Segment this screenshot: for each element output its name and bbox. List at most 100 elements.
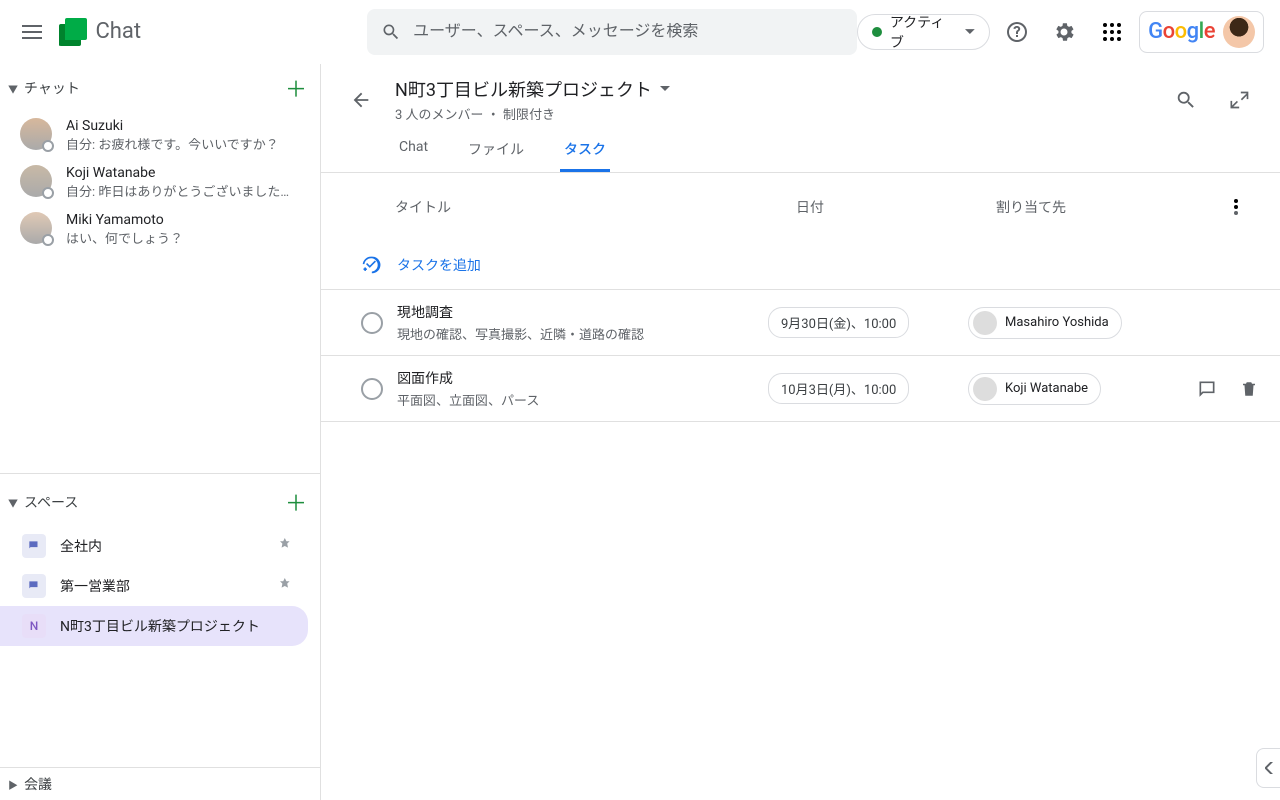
hamburger-icon	[22, 25, 42, 39]
search-icon	[1175, 89, 1197, 111]
meetings-section-header[interactable]: ▶ 会議	[0, 767, 320, 800]
chevron-down-icon: ▼	[8, 81, 18, 96]
chat-preview: 自分: 昨日はありがとうございました…	[66, 181, 289, 200]
task-description: 現地の確認、写真撮影、近隣・道路の確認	[397, 324, 768, 343]
main-content: N町3丁目ビル新築プロジェクト 3 人のメンバー ・ 制限付き Chat ファイル…	[320, 64, 1280, 800]
tab[interactable]: Chat	[395, 131, 432, 172]
side-panel-toggle[interactable]	[1256, 748, 1280, 788]
task-comment-button[interactable]	[1188, 369, 1226, 409]
chats-section-header[interactable]: ▼ チャット ＋	[0, 64, 320, 112]
chat-preview: はい、何でしょう？	[66, 228, 183, 247]
search-icon	[381, 22, 401, 42]
apps-grid-icon	[1103, 23, 1121, 41]
task-columns-header: タイトル 日付 割り当て先	[321, 173, 1280, 241]
task-assignee-chip[interactable]: Koji Watanabe	[968, 373, 1101, 405]
settings-button[interactable]	[1045, 12, 1084, 52]
status-indicator-icon	[42, 234, 54, 246]
pin-icon	[280, 538, 292, 554]
space-letter-icon: N	[22, 614, 46, 638]
tab[interactable]: タスク	[560, 131, 610, 172]
task-complete-checkbox[interactable]	[361, 312, 383, 334]
collapse-icon	[1230, 90, 1250, 110]
assignee-name: Masahiro Yoshida	[1005, 315, 1109, 330]
search-in-space-button[interactable]	[1166, 80, 1206, 120]
space-name: 全社内	[60, 536, 266, 556]
chevron-down-icon	[965, 29, 975, 35]
space-subtitle: 3 人のメンバー ・ 制限付き	[395, 104, 1152, 123]
main-menu-button[interactable]	[8, 8, 55, 56]
gear-icon	[1052, 20, 1076, 44]
task-date-chip[interactable]: 9月30日(金)、10:00	[768, 307, 909, 338]
task-row[interactable]: 現地調査 現地の確認、写真撮影、近隣・道路の確認 9月30日(金)、10:00 …	[321, 290, 1280, 356]
add-task-button[interactable]: タスクを追加	[321, 241, 1280, 290]
task-description: 平面図、立面図、パース	[397, 390, 768, 409]
help-icon	[1005, 20, 1029, 44]
task-complete-checkbox[interactable]	[361, 378, 383, 400]
search-bar[interactable]	[367, 9, 857, 55]
chat-item[interactable]: Miki Yamamoto はい、何でしょう？	[0, 206, 320, 253]
collapse-button[interactable]	[1220, 80, 1260, 120]
space-title: N町3丁目ビル新築プロジェクト	[395, 76, 652, 102]
app-name: Chat	[95, 19, 141, 44]
spaces-section-title: スペース	[24, 492, 278, 512]
tab[interactable]: ファイル	[464, 131, 528, 172]
space-name: 第一営業部	[60, 576, 266, 596]
status-indicator-icon	[42, 187, 54, 199]
status-label: アクティブ	[890, 12, 957, 52]
column-date: 日付	[796, 197, 996, 217]
assignee-name: Koji Watanabe	[1005, 381, 1088, 396]
chat-item[interactable]: Ai Suzuki 自分: お疲れ様です。今いいですか？	[0, 112, 320, 159]
pin-icon	[280, 578, 292, 594]
back-button[interactable]	[341, 80, 381, 120]
help-button[interactable]	[998, 12, 1037, 52]
assignee-avatar	[973, 311, 997, 335]
app-header: Chat アクティブ Google	[0, 0, 1280, 64]
chat-item[interactable]: Koji Watanabe 自分: 昨日はありがとうございました…	[0, 159, 320, 206]
chat-avatar	[20, 118, 52, 150]
space-item[interactable]: 第一営業部	[0, 566, 308, 606]
status-dot-icon	[872, 27, 882, 37]
meetings-section-title: 会議	[24, 774, 314, 794]
new-space-button[interactable]: ＋	[278, 484, 314, 520]
status-pill[interactable]: アクティブ	[857, 14, 989, 50]
chat-avatar	[20, 165, 52, 197]
space-name: N町3丁目ビル新築プロジェクト	[60, 616, 292, 636]
trash-icon	[1240, 379, 1258, 399]
spaces-section-header[interactable]: ▼ スペース ＋	[0, 473, 320, 526]
task-row[interactable]: 図面作成 平面図、立面図、パース 10月3日(月)、10:00 Koji Wat…	[321, 356, 1280, 422]
task-date-chip[interactable]: 10月3日(月)、10:00	[768, 373, 909, 404]
column-assign: 割り当て先	[996, 197, 1216, 217]
chevron-left-icon	[1265, 762, 1273, 774]
task-list-menu-button[interactable]	[1216, 187, 1256, 227]
apps-button[interactable]	[1092, 12, 1131, 52]
chat-logo-icon	[59, 18, 91, 46]
google-account-box[interactable]: Google	[1139, 11, 1264, 53]
column-title: タイトル	[395, 197, 796, 217]
forum-icon	[22, 574, 46, 598]
forum-icon	[22, 534, 46, 558]
google-logo: Google	[1148, 19, 1215, 44]
arrow-left-icon	[350, 89, 372, 111]
chat-preview: 自分: お疲れ様です。今いいですか？	[66, 134, 279, 153]
user-avatar[interactable]	[1223, 16, 1255, 48]
assignee-avatar	[973, 377, 997, 401]
tabs: Chat ファイルタスク	[321, 123, 1280, 173]
space-item[interactable]: N N町3丁目ビル新築プロジェクト	[0, 606, 308, 646]
add-task-icon	[361, 255, 381, 275]
chats-section-title: チャット	[24, 78, 278, 98]
chevron-down-icon[interactable]	[660, 86, 670, 92]
sidebar: ▼ チャット ＋ Ai Suzuki 自分: お疲れ様です。今いいですか？ Ko…	[0, 64, 320, 800]
add-task-label: タスクを追加	[397, 255, 481, 275]
search-input[interactable]	[413, 23, 843, 41]
chat-name: Ai Suzuki	[66, 118, 279, 134]
task-assignee-chip[interactable]: Masahiro Yoshida	[968, 307, 1122, 339]
comment-icon	[1197, 379, 1217, 399]
task-title: 図面作成	[397, 368, 768, 388]
space-item[interactable]: 全社内	[0, 526, 308, 566]
chat-name: Koji Watanabe	[66, 165, 289, 181]
chat-logo[interactable]: Chat	[59, 18, 141, 46]
task-delete-button[interactable]	[1230, 369, 1268, 409]
new-chat-button[interactable]: ＋	[278, 70, 314, 106]
more-vert-icon	[1234, 199, 1238, 215]
chevron-right-icon: ▶	[8, 777, 18, 792]
